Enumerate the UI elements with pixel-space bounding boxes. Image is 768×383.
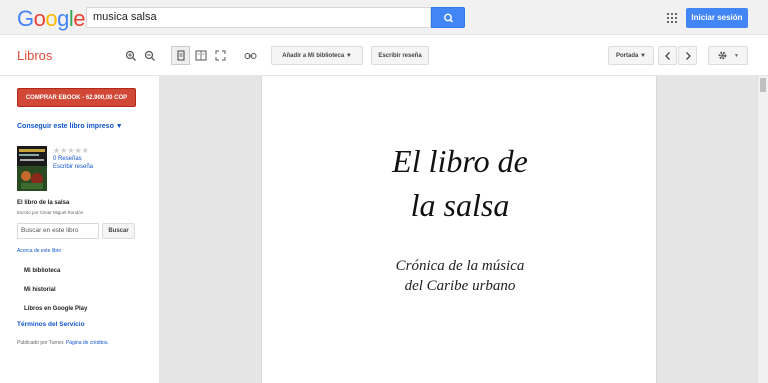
signin-button[interactable]: Iniciar sesión bbox=[686, 8, 748, 28]
search-button[interactable] bbox=[431, 7, 465, 28]
nav-my-library[interactable]: Mi biblioteca bbox=[24, 268, 60, 274]
logo-letter: g bbox=[57, 6, 69, 31]
book-viewer[interactable]: El libro de la salsa Crónica de la músic… bbox=[159, 76, 768, 383]
settings-button[interactable]: ▼ bbox=[708, 46, 748, 65]
nav-my-history[interactable]: Mi historial bbox=[24, 287, 56, 293]
add-to-library-button[interactable]: Añadir a Mi biblioteca ▼ bbox=[271, 46, 363, 65]
write-review-button[interactable]: Escribir reseña bbox=[371, 46, 429, 65]
fullscreen-icon[interactable] bbox=[211, 46, 230, 65]
page-title-line-2: la salsa bbox=[410, 187, 510, 223]
logo-letter: G bbox=[17, 6, 34, 31]
rating-stars: ★★★★★ bbox=[53, 146, 89, 155]
settings-caret: ▼ bbox=[734, 52, 739, 59]
chevron-right-icon bbox=[685, 51, 691, 60]
page-subtitle-line-1: Crónica de la música bbox=[395, 258, 525, 274]
book-page[interactable]: El libro de la salsa Crónica de la músic… bbox=[261, 76, 657, 383]
reviews-link[interactable]: 0 Reseñas bbox=[53, 156, 82, 162]
logo-letter: o bbox=[45, 6, 58, 31]
zoom-in-icon[interactable] bbox=[121, 46, 140, 65]
viewer-scrollbar[interactable] bbox=[757, 76, 768, 383]
search-icon bbox=[444, 13, 454, 23]
page-title-line-1: El libro de bbox=[392, 143, 528, 179]
google-logo[interactable]: Google bbox=[17, 6, 86, 32]
book-author: Escrito por César Miguel Rondón bbox=[17, 210, 84, 215]
credits-page-link[interactable]: Página de créditos. bbox=[66, 340, 109, 346]
zoom-out-icon[interactable] bbox=[140, 46, 159, 65]
write-review-link[interactable]: Escribir reseña bbox=[53, 164, 93, 170]
terms-of-service-link[interactable]: Términos del Servicio bbox=[17, 321, 85, 328]
next-page-button[interactable] bbox=[678, 46, 697, 65]
two-page-icon[interactable] bbox=[191, 46, 210, 65]
prev-page-button[interactable] bbox=[658, 46, 677, 65]
page-subtitle-line-2: del Caribe urbano bbox=[404, 278, 516, 294]
book-cover-thumbnail[interactable] bbox=[17, 146, 47, 191]
link-icon[interactable] bbox=[241, 46, 260, 65]
publisher-note: Publicado por Turner. Página de créditos… bbox=[17, 340, 109, 346]
apps-grid-icon[interactable] bbox=[667, 13, 677, 23]
logo-letter: o bbox=[33, 6, 46, 31]
book-toolbar: Libros Añadir a Mi biblioteca ▼ Escribir… bbox=[0, 35, 768, 76]
chevron-left-icon bbox=[664, 51, 670, 60]
gear-icon bbox=[718, 51, 727, 60]
get-print-book-link[interactable]: Conseguir este libro impreso ▼ bbox=[17, 123, 123, 130]
single-page-icon[interactable] bbox=[171, 46, 190, 65]
logo-letter: e bbox=[73, 6, 86, 31]
about-book-link[interactable]: Acerca de este libro bbox=[17, 248, 61, 254]
search-input[interactable]: musica salsa bbox=[86, 7, 431, 28]
publisher-text: Publicado por Turner. bbox=[17, 340, 65, 346]
cover-dropdown[interactable]: Portada ▼ bbox=[608, 46, 654, 65]
nav-google-play-books[interactable]: Libros en Google Play bbox=[24, 306, 87, 312]
top-bar: Google musica salsa Iniciar sesión bbox=[0, 0, 768, 35]
search-in-book-button[interactable]: Buscar bbox=[102, 223, 135, 239]
buy-ebook-button[interactable]: COMPRAR EBOOK - 62.900,00 COP bbox=[17, 88, 136, 107]
scrollbar-thumb[interactable] bbox=[760, 78, 766, 92]
book-title: El libro de la salsa bbox=[17, 200, 70, 206]
book-sidebar: COMPRAR EBOOK - 62.900,00 COP Conseguir … bbox=[0, 76, 159, 383]
search-in-book-input[interactable]: Buscar en este libro bbox=[17, 223, 99, 239]
section-title[interactable]: Libros bbox=[17, 48, 52, 63]
